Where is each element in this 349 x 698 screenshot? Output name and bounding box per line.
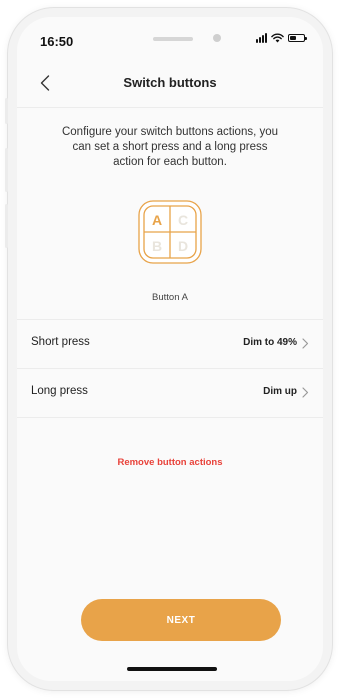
short-press-row[interactable]: Short press Dim to 49% (17, 319, 323, 367)
switch-letter-a: A (152, 212, 162, 228)
switch-letter-b: B (152, 238, 162, 254)
long-press-row[interactable]: Long press Dim up (17, 368, 323, 416)
chevron-right-icon (302, 387, 309, 398)
chevron-right-icon (302, 338, 309, 349)
row-value: Dim to 49% (243, 337, 297, 348)
row-label: Long press (31, 385, 88, 397)
page-title: Switch buttons (123, 75, 217, 90)
row-divider (17, 417, 323, 418)
description-text: Configure your switch buttons actions, y… (61, 126, 279, 168)
switch-letter-d: D (178, 238, 188, 254)
selected-button-caption: Button A (152, 292, 188, 303)
switch-letter-c: C (178, 212, 188, 228)
signal-icon (256, 33, 267, 43)
phone-volume-down-button (5, 204, 8, 248)
front-camera (213, 34, 221, 42)
row-value: Dim up (263, 386, 297, 397)
wifi-icon (271, 33, 284, 43)
home-indicator (127, 667, 217, 671)
next-button[interactable]: NEXT (81, 599, 281, 641)
row-label: Short press (31, 336, 90, 348)
phone-side-button (5, 98, 8, 124)
battery-icon (288, 34, 307, 42)
switch-button-graphic[interactable]: A C B D (138, 200, 202, 264)
navigation-bar: Switch buttons (17, 61, 323, 108)
status-icons (256, 33, 307, 43)
phone-volume-up-button (5, 148, 8, 192)
app-screen: 16:50 Switch buttons Configure your swit… (17, 17, 323, 681)
status-bar: 16:50 (17, 17, 323, 61)
speaker-grille (153, 37, 193, 41)
remove-button-actions-link[interactable]: Remove button actions (17, 457, 323, 468)
status-time: 16:50 (40, 34, 74, 49)
